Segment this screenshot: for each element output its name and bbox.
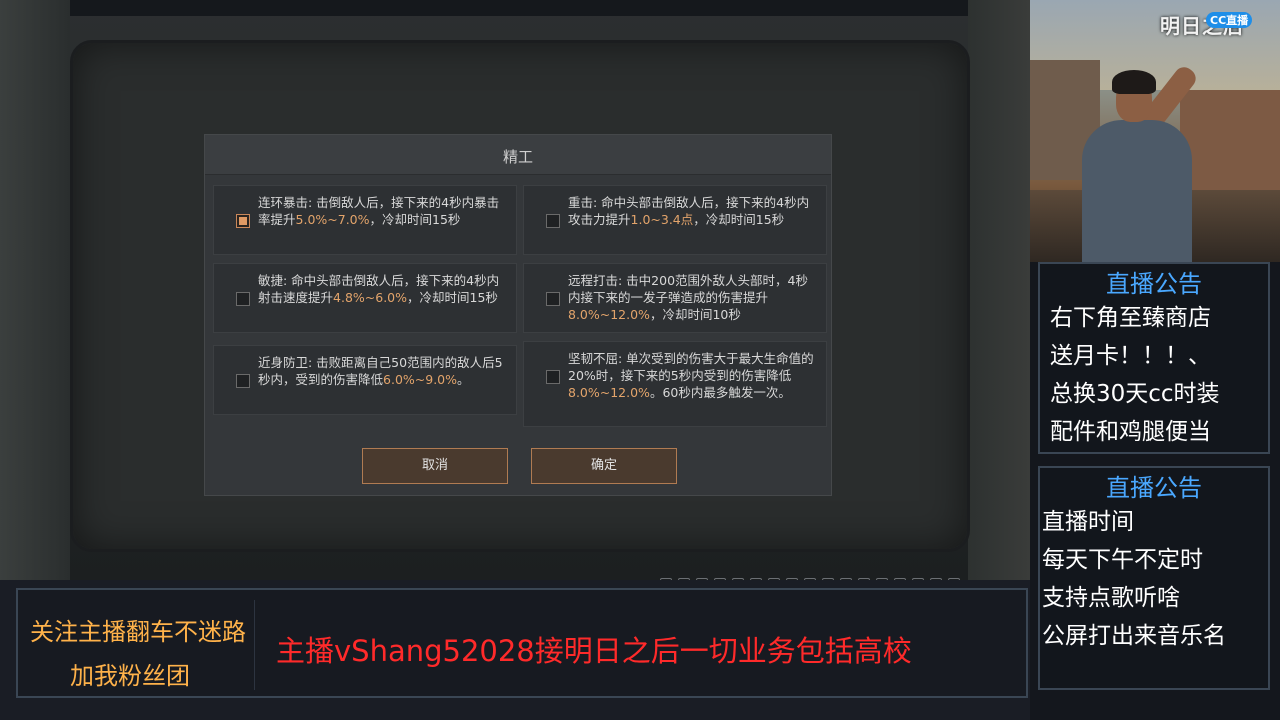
promo-text: 主播vShang52028接明日之后一切业务包括高校 bbox=[276, 634, 912, 668]
notice-line: 公屏打出来音乐名 bbox=[1042, 623, 1226, 649]
stream-side-panel: 明日之后 CC直播 直播公告 右下角至臻商店 送月卡！！！、 总换30天cc时装… bbox=[1030, 0, 1280, 720]
game-view: 精工 连环暴击: 击倒敌人后，接下来的4秒内暴击率提升5.0%~7.0%，冷却时… bbox=[0, 0, 1030, 580]
confirm-button[interactable]: 确定 bbox=[531, 448, 677, 484]
dialog-header: 精工 bbox=[205, 135, 831, 175]
notice-line: 右下角至臻商店 bbox=[1050, 305, 1211, 331]
option-close-defense[interactable]: 近身防卫: 击败距离自己50范围内的敌人后5秒内，受到的伤害降低6.0%~9.0… bbox=[213, 345, 517, 415]
notice-line: 总换30天cc时装 bbox=[1050, 381, 1220, 407]
follow-message: 关注主播翻车不迷路 bbox=[30, 618, 246, 646]
notice-title: 直播公告 bbox=[1106, 474, 1202, 502]
option-agility[interactable]: 敏捷: 命中头部击倒敌人后，接下来的4秒内射击速度提升4.8%~6.0%，冷却时… bbox=[213, 263, 517, 333]
background-scenery-right bbox=[968, 0, 1030, 580]
checkbox[interactable] bbox=[236, 292, 250, 306]
stream-screen: 精工 连环暴击: 击倒敌人后，接下来的4秒内暴击率提升5.0%~7.0%，冷却时… bbox=[0, 0, 1280, 720]
character-illustration bbox=[1082, 120, 1192, 262]
checkbox[interactable] bbox=[236, 214, 250, 228]
option-heavy-hit[interactable]: 重击: 命中头部击倒敌人后，接下来的4秒内攻击力提升1.0~3.4点，冷却时间1… bbox=[523, 185, 827, 255]
checkbox[interactable] bbox=[546, 214, 560, 228]
option-resilience[interactable]: 坚韧不屈: 单次受到的伤害大于最大生命值的20%时，接下来的5秒内受到的伤害降低… bbox=[523, 341, 827, 427]
notice-line: 直播时间 bbox=[1042, 509, 1134, 535]
notice-line: 每天下午不定时 bbox=[1042, 547, 1203, 573]
checkbox[interactable] bbox=[546, 370, 560, 384]
option-combo-crit[interactable]: 连环暴击: 击倒敌人后，接下来的4秒内暴击率提升5.0%~7.0%，冷却时间15… bbox=[213, 185, 517, 255]
background-scenery-left bbox=[0, 0, 70, 580]
checkbox[interactable] bbox=[236, 374, 250, 388]
craft-trait-dialog: 精工 连环暴击: 击倒敌人后，接下来的4秒内暴击率提升5.0%~7.0%，冷却时… bbox=[204, 134, 832, 496]
notice-line: 配件和鸡腿便当 bbox=[1050, 419, 1211, 445]
dialog-title: 精工 bbox=[502, 148, 533, 166]
live-notice-2: 直播公告 直播时间 每天下午不定时 支持点歌听啥 公屏打出来音乐名 bbox=[1038, 466, 1270, 690]
notice-line: 支持点歌听啥 bbox=[1042, 585, 1180, 611]
option-ranged-strike[interactable]: 远程打击: 击中200范围外敌人头部时，4秒内接下来的一发子弹造成的伤害提升8.… bbox=[523, 263, 827, 333]
notice-title: 直播公告 bbox=[1106, 270, 1202, 298]
cc-live-badge: CC直播 bbox=[1206, 12, 1253, 28]
notice-line: 送月卡！！！、 bbox=[1050, 343, 1211, 369]
cancel-button[interactable]: 取消 bbox=[362, 448, 508, 484]
checkbox[interactable] bbox=[546, 292, 560, 306]
game-logo: 明日之后 CC直播 bbox=[1160, 10, 1272, 50]
live-notice-1: 直播公告 右下角至臻商店 送月卡！！！、 总换30天cc时装 配件和鸡腿便当 bbox=[1038, 262, 1270, 454]
game-promo-art: 明日之后 CC直播 bbox=[1030, 0, 1280, 262]
fan-group-message: 加我粉丝团 bbox=[70, 662, 190, 690]
